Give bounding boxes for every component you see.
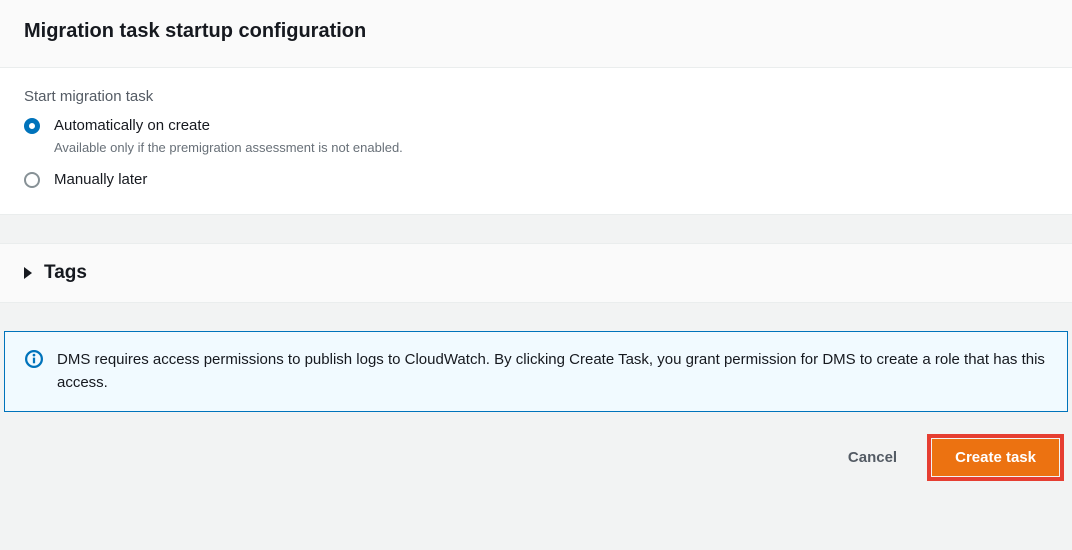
radio-auto-on-create[interactable]: Automatically on create Available only i… bbox=[24, 115, 1048, 155]
start-task-radio-group: Automatically on create Available only i… bbox=[24, 115, 1048, 190]
cancel-button[interactable]: Cancel bbox=[836, 439, 909, 476]
alert-text: DMS requires access permissions to publi… bbox=[57, 348, 1047, 395]
create-task-button[interactable]: Create task bbox=[932, 439, 1059, 476]
radio-indicator bbox=[24, 172, 40, 188]
info-icon bbox=[25, 350, 43, 368]
radio-label: Automatically on create bbox=[54, 115, 403, 136]
info-alert: DMS requires access permissions to publi… bbox=[4, 331, 1068, 412]
config-panel-body: Start migration task Automatically on cr… bbox=[0, 68, 1072, 215]
panel-title: Migration task startup configuration bbox=[24, 20, 1048, 43]
config-panel-header: Migration task startup configuration bbox=[0, 0, 1072, 68]
radio-manually-later[interactable]: Manually later bbox=[24, 169, 1048, 190]
radio-label: Manually later bbox=[54, 169, 147, 190]
panel-gap bbox=[0, 303, 1072, 331]
start-task-label: Start migration task bbox=[24, 88, 1048, 105]
radio-indicator-selected bbox=[24, 118, 40, 134]
form-actions: Cancel Create task bbox=[0, 412, 1072, 499]
highlight-box: Create task bbox=[927, 434, 1064, 481]
panel-gap bbox=[0, 215, 1072, 243]
caret-right-icon bbox=[24, 267, 32, 279]
tags-panel[interactable]: Tags bbox=[0, 243, 1072, 303]
tags-title: Tags bbox=[44, 262, 87, 284]
radio-description: Available only if the premigration asses… bbox=[54, 140, 403, 155]
